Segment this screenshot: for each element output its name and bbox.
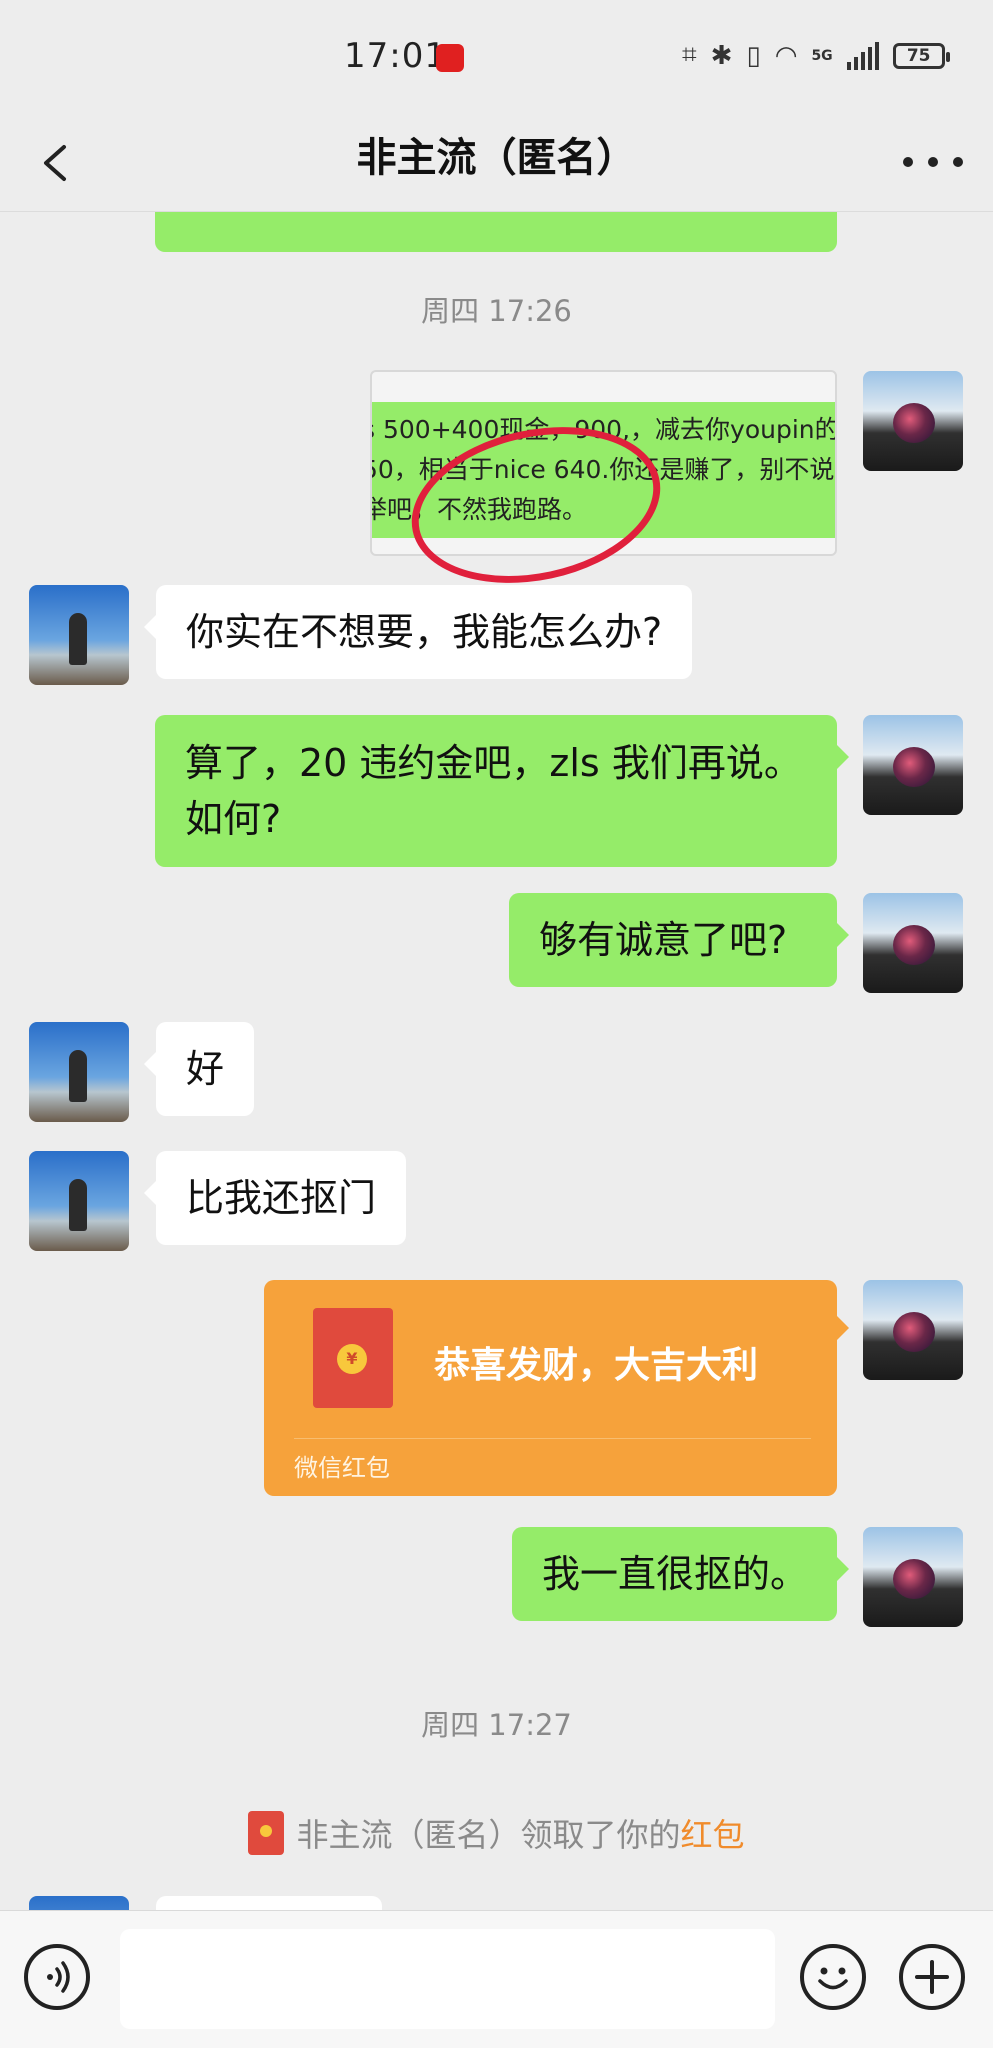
signal-icon xyxy=(846,41,879,70)
message-bubble-peer[interactable]: 你实在不想要，我能怎么办? xyxy=(143,585,693,679)
red-packet-icon xyxy=(248,1811,285,1855)
nfc-icon: ⌗ xyxy=(682,40,697,70)
vibrate-icon: ▯ xyxy=(746,40,761,71)
status-bar: 17:01 ⌗ ✱ ▯ ◠ 5G 75 xyxy=(0,0,993,115)
message-bubble-self[interactable]: 我一直很抠的。 xyxy=(512,1527,849,1621)
system-notice: 非主流（匿名）领取了你的红包 xyxy=(0,1810,993,1856)
message-bubble-self[interactable]: 够有诚意了吧? xyxy=(509,893,849,987)
avatar-self[interactable] xyxy=(863,1527,963,1627)
avatar-self[interactable] xyxy=(863,893,963,993)
message-bubble-partial[interactable] xyxy=(155,212,837,252)
avatar-peer[interactable] xyxy=(29,1151,129,1251)
message-bubble-self[interactable]: 算了，20 违约金吧，zls 我们再说。如何? xyxy=(155,715,849,867)
emoji-icon xyxy=(818,1967,848,1990)
plus-button[interactable] xyxy=(899,1944,965,2010)
red-packet-link[interactable]: 红包 xyxy=(681,1816,745,1854)
more-dot-icon xyxy=(928,157,938,167)
message-bubble-peer[interactable]: 比我还抠门 xyxy=(143,1151,407,1245)
plus-icon xyxy=(915,1960,949,1994)
red-packet-message[interactable]: ¥ 恭喜发财，大吉大利 微信红包 xyxy=(264,1280,849,1496)
message-bubble-peer[interactable]: 好 xyxy=(143,1022,255,1116)
battery-icon: 75 xyxy=(892,42,950,69)
emoji-button[interactable] xyxy=(800,1944,866,2010)
avatar-self[interactable] xyxy=(863,371,963,471)
coin-icon: ¥ xyxy=(337,1344,367,1374)
notice-text: 非主流（匿名）领取了你的红包 xyxy=(296,1816,745,1854)
message-bubble-partial[interactable] xyxy=(156,1896,382,1910)
voice-icon xyxy=(47,1961,70,1993)
voice-button[interactable] xyxy=(24,1944,90,2010)
more-dot-icon xyxy=(953,157,963,167)
chat-title: 非主流（匿名） xyxy=(356,135,637,181)
avatar-self[interactable] xyxy=(863,1280,963,1380)
timestamp: 周四 17:27 xyxy=(421,1708,572,1742)
avatar-peer[interactable] xyxy=(29,585,129,685)
red-envelope-icon: ¥ xyxy=(313,1308,393,1408)
status-time: 17:01 xyxy=(344,36,447,76)
avatar-peer[interactable] xyxy=(29,1022,129,1122)
network-label: 5G xyxy=(811,47,833,64)
message-input[interactable] xyxy=(120,1929,775,2029)
input-bar xyxy=(0,1910,993,2048)
divider xyxy=(294,1438,811,1439)
status-icons: ⌗ ✱ ▯ ◠ 5G 75 xyxy=(682,40,950,71)
more-dot-icon xyxy=(903,157,913,167)
timestamp: 周四 17:26 xyxy=(421,294,572,328)
more-button[interactable] xyxy=(903,137,963,187)
wifi-icon: ◠ xyxy=(774,40,798,71)
bluetooth-icon: ✱ xyxy=(710,40,733,71)
red-packet-label: 微信红包 xyxy=(294,1454,390,1482)
avatar-peer[interactable] xyxy=(29,1896,129,1910)
avatar-self[interactable] xyxy=(863,715,963,815)
red-packet-title: 恭喜发财，大吉大利 xyxy=(434,1345,759,1386)
notification-icon xyxy=(436,44,464,72)
message-list[interactable]: 周四 17:26 s 500+400现金，900,，减去你youpin的 50，… xyxy=(0,212,993,1910)
chat-header: 非主流（匿名） xyxy=(0,115,993,212)
